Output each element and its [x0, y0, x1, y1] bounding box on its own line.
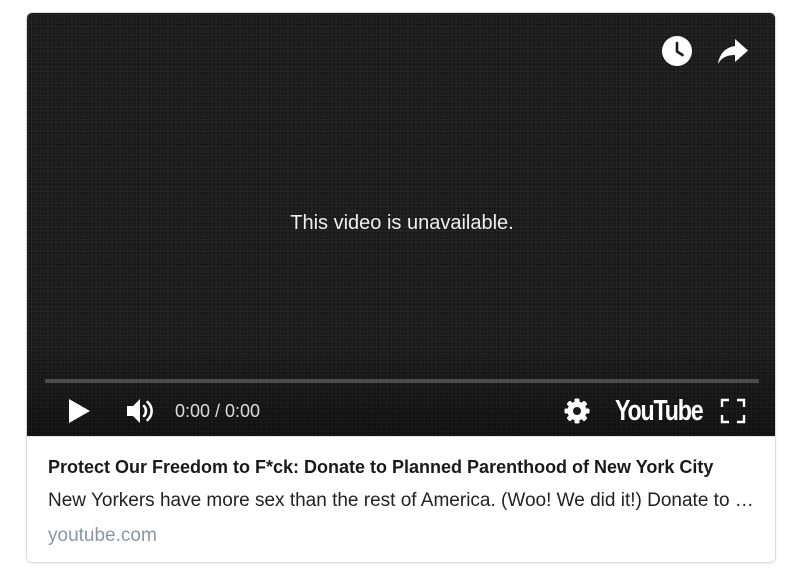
- volume-button[interactable]: [121, 391, 161, 431]
- fullscreen-icon: [720, 398, 746, 424]
- link-preview-card[interactable]: This video is unavailable. 0:00 / 0:00 Y…: [26, 12, 776, 563]
- progress-bar[interactable]: [45, 379, 759, 383]
- preview-title[interactable]: Protect Our Freedom to F*ck: Donate to P…: [48, 457, 760, 478]
- unavailable-message: This video is unavailable.: [290, 212, 514, 234]
- clock-icon: [662, 36, 692, 66]
- youtube-logo[interactable]: YouTube: [615, 393, 704, 429]
- share-arrow-icon: [718, 39, 748, 64]
- play-icon: [69, 399, 90, 423]
- fullscreen-button[interactable]: [715, 391, 751, 431]
- share-button[interactable]: [715, 33, 751, 69]
- player-controls: 0:00 / 0:00 YouTube: [27, 387, 775, 435]
- link-preview-meta[interactable]: Protect Our Freedom to F*ck: Donate to P…: [27, 436, 775, 562]
- volume-icon: [127, 399, 153, 423]
- time-display: 0:00 / 0:00: [175, 400, 261, 421]
- play-button[interactable]: [61, 391, 97, 431]
- video-player[interactable]: This video is unavailable. 0:00 / 0:00 Y…: [27, 13, 775, 436]
- settings-button[interactable]: [559, 391, 595, 431]
- preview-domain[interactable]: youtube.com: [48, 525, 760, 547]
- preview-description: New Yorkers have more sex than the rest …: [48, 490, 760, 511]
- watch-later-button[interactable]: [659, 33, 695, 69]
- gear-icon: [564, 398, 590, 424]
